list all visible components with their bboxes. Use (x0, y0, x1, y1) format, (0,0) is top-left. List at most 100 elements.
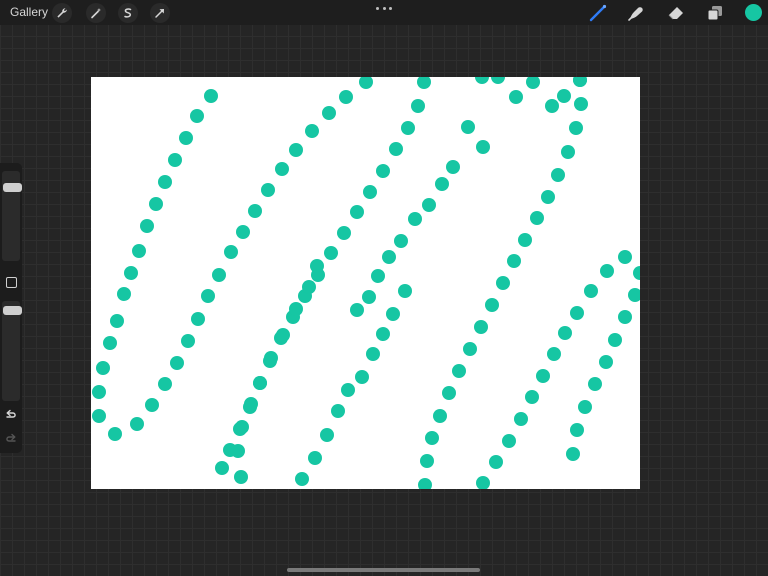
brush-dot (382, 250, 396, 264)
eraser-icon (668, 7, 683, 20)
brush-button[interactable] (587, 2, 609, 24)
brush-dot (452, 364, 466, 378)
gallery-button[interactable]: Gallery (10, 5, 48, 19)
brush-dot (224, 245, 238, 259)
brush-dot (289, 302, 303, 316)
brush-dot (191, 312, 205, 326)
brush-dot (248, 204, 262, 218)
brush-dot (190, 109, 204, 123)
brush-dot (541, 190, 555, 204)
adjustments-button[interactable] (86, 3, 106, 23)
brush-dot (231, 444, 245, 458)
brush-dot (618, 250, 632, 264)
brush-dot (558, 326, 572, 340)
brush-dot (547, 347, 561, 361)
color-swatch[interactable] (745, 4, 762, 21)
brush-dot (389, 142, 403, 156)
actions-button[interactable] (52, 3, 72, 23)
brush-dot (320, 428, 334, 442)
brush-dot (386, 307, 400, 321)
brush-dot (322, 106, 336, 120)
brush-dot (600, 264, 614, 278)
brush-dot (526, 77, 540, 89)
brush-dot (350, 303, 364, 317)
brush-dot (475, 77, 489, 84)
layers-icon (707, 6, 722, 21)
eraser-button[interactable] (665, 2, 687, 24)
brush-dot (337, 226, 351, 240)
brush-dot (130, 417, 144, 431)
opacity-slider[interactable] (2, 301, 22, 401)
brush-dot (244, 397, 258, 411)
brush-dot (204, 89, 218, 103)
brush-dot (376, 164, 390, 178)
opacity-thumb[interactable] (3, 305, 22, 315)
brush-dot (308, 451, 322, 465)
brush-dot (491, 77, 505, 84)
brush-dot (110, 314, 124, 328)
dotted-strokes-layer (92, 77, 640, 489)
brush-dot (599, 355, 613, 369)
brush-size-slider[interactable] (2, 171, 22, 261)
transform-arrow-icon (155, 9, 164, 18)
brush-dot (371, 269, 385, 283)
brush-dot (411, 99, 425, 113)
selection-button[interactable] (118, 3, 138, 23)
brush-dot (608, 333, 622, 347)
brush-dot (476, 140, 490, 154)
transform-button[interactable] (150, 3, 170, 23)
brush-dot (140, 219, 154, 233)
brush-dot (124, 266, 138, 280)
brush-dot (433, 409, 447, 423)
brush-dot (324, 246, 338, 260)
brush-dot (545, 99, 559, 113)
brush-dot (561, 145, 575, 159)
redo-icon[interactable] (4, 433, 18, 447)
brush-dot (463, 342, 477, 356)
brush-dot (398, 284, 412, 298)
brush-dot (474, 320, 488, 334)
brush-dot (514, 412, 528, 426)
left-sidebar (0, 163, 22, 453)
brush-size-thumb[interactable] (3, 183, 22, 193)
brush-dot (275, 162, 289, 176)
more-dots-icon[interactable] (376, 5, 392, 11)
brush-dot (418, 478, 432, 489)
brush-dot (305, 124, 319, 138)
brush-dot (422, 198, 436, 212)
brush-dot (496, 276, 510, 290)
brush-dot (394, 234, 408, 248)
brush-dot (525, 390, 539, 404)
brush-dot (401, 121, 415, 135)
brush-dot (289, 143, 303, 157)
brush-dot (179, 131, 193, 145)
brush-dot (584, 284, 598, 298)
brush-dot (158, 175, 172, 189)
brush-dot (181, 334, 195, 348)
smudge-button[interactable] (625, 2, 647, 24)
undo-icon[interactable] (4, 409, 18, 423)
brush-dot (149, 197, 163, 211)
modify-square-icon[interactable] (6, 277, 17, 288)
top-toolbar: Gallery (0, 0, 768, 25)
brush-dot (574, 97, 588, 111)
brush-dot (350, 205, 364, 219)
brush-dot (295, 472, 309, 486)
brush-dot (417, 77, 431, 89)
drawing-canvas[interactable] (91, 77, 640, 489)
brush-dot (578, 400, 592, 414)
brush-dot (168, 153, 182, 167)
brush-dot (339, 90, 353, 104)
brush-dot (536, 369, 550, 383)
brush-dot (366, 347, 380, 361)
brush-dot (212, 268, 226, 282)
brush-dot (170, 356, 184, 370)
home-indicator[interactable] (287, 568, 480, 572)
layers-button[interactable] (704, 2, 726, 24)
brush-dot (570, 423, 584, 437)
brush-dot (530, 211, 544, 225)
brush-dot (408, 212, 422, 226)
brush-dot (215, 461, 229, 475)
brush-dot (145, 398, 159, 412)
brush-dot (132, 244, 146, 258)
